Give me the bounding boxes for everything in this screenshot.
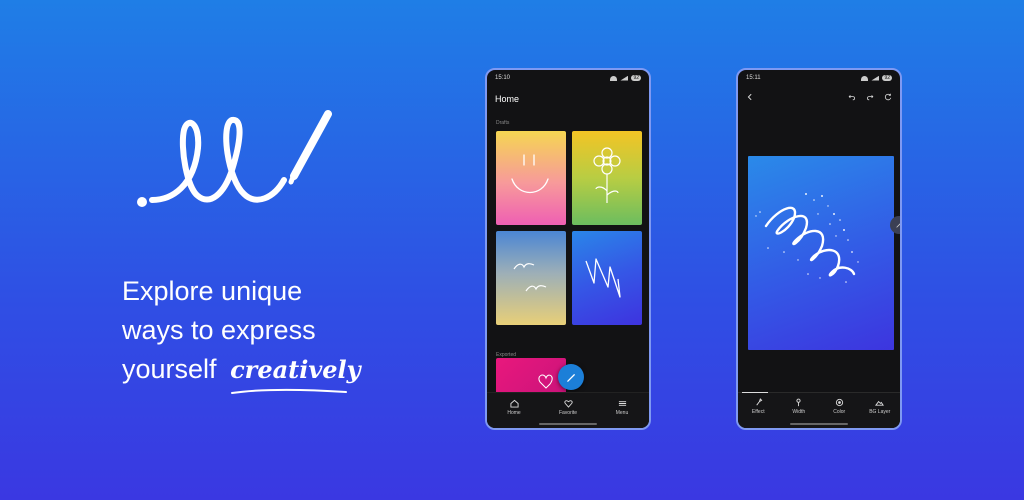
status-icons: 92 [610,75,641,81]
menu-icon [618,401,626,406]
tagline-highlight: creatively [230,350,361,394]
home-icon [509,399,519,408]
status-time: 15:10 [495,75,511,81]
battery-icon: 92 [882,75,892,81]
tagline: Explore unique ways to express yourself … [122,272,361,394]
side-panel-handle[interactable] [890,216,900,234]
back-icon[interactable] [746,93,754,101]
tagline-line-3-prefix: yourself [122,354,217,384]
tool-label-width: Width [792,409,806,415]
tool-color[interactable]: Color [819,398,859,415]
nav-label-home: Home [507,410,521,416]
draft-card-zigzag[interactable] [572,231,642,325]
nav-label-favorite: Favorite [558,410,578,416]
nav-item-favorite[interactable]: Favorite [548,399,588,416]
new-drawing-button[interactable] [558,364,584,390]
status-bar: 15:11 92 [738,70,900,86]
draft-card-smiley[interactable] [496,131,566,225]
tool-width[interactable]: Width [779,398,819,415]
wifi-icon [861,75,869,81]
status-time: 15:11 [746,75,761,81]
nav-item-menu[interactable]: Menu [602,399,642,416]
pen-icon [566,373,575,382]
redo-icon[interactable] [866,93,874,101]
battery-icon: 92 [631,75,641,81]
brush-icon [756,398,763,406]
tagline-line-3: yourself creatively [122,350,361,394]
wifi-icon [610,75,618,81]
phone-home-screen: 15:10 92 Home Drafts Exported Home Favor… [485,68,651,430]
refresh-icon[interactable] [884,93,892,101]
color-icon [835,398,843,407]
sparkle-zigzag-drawing [755,193,859,283]
underline-squiggle [231,388,348,394]
tool-label-bg-layer: BG Layer [869,409,891,415]
editor-actions [848,93,892,101]
app-logo [137,110,332,207]
phone-editor-screen: 15:11 92 Effect Width Color BG Layer [736,68,902,430]
editor-toolbar [738,86,900,108]
drafts-grid [487,126,649,325]
zigzag-drawing [585,258,621,298]
tool-label-color: Color [833,409,846,415]
tagline-line-2: ways to express [122,315,316,345]
active-tab-indicator [742,392,768,393]
birds-drawing [513,263,547,292]
heart-icon [563,400,573,408]
nav-label-menu: Menu [615,410,629,416]
signal-icon [620,75,629,81]
nav-item-home[interactable]: Home [494,399,534,416]
page-title: Home [495,94,520,104]
tagline-highlight-text: creatively [230,355,361,384]
pin-icon [796,398,801,407]
signal-icon [871,75,880,81]
draft-card-birds[interactable] [496,231,566,325]
status-bar: 15:10 92 [487,70,649,86]
drawing-canvas[interactable] [748,156,894,350]
undo-icon[interactable] [848,93,856,101]
pen-icon [896,223,900,228]
tool-effect[interactable]: Effect [738,398,778,415]
tool-bg-layer[interactable]: BG Layer [860,398,900,415]
tagline-line-1: Explore unique [122,276,303,306]
tool-label-effect: Effect [751,409,765,415]
smiley-drawing [511,154,549,194]
status-icons: 92 [861,75,892,81]
draft-card-flower[interactable] [572,131,642,225]
home-indicator [790,423,848,425]
flower-drawing [593,147,621,203]
layer-icon [875,400,885,406]
home-indicator [539,423,597,425]
